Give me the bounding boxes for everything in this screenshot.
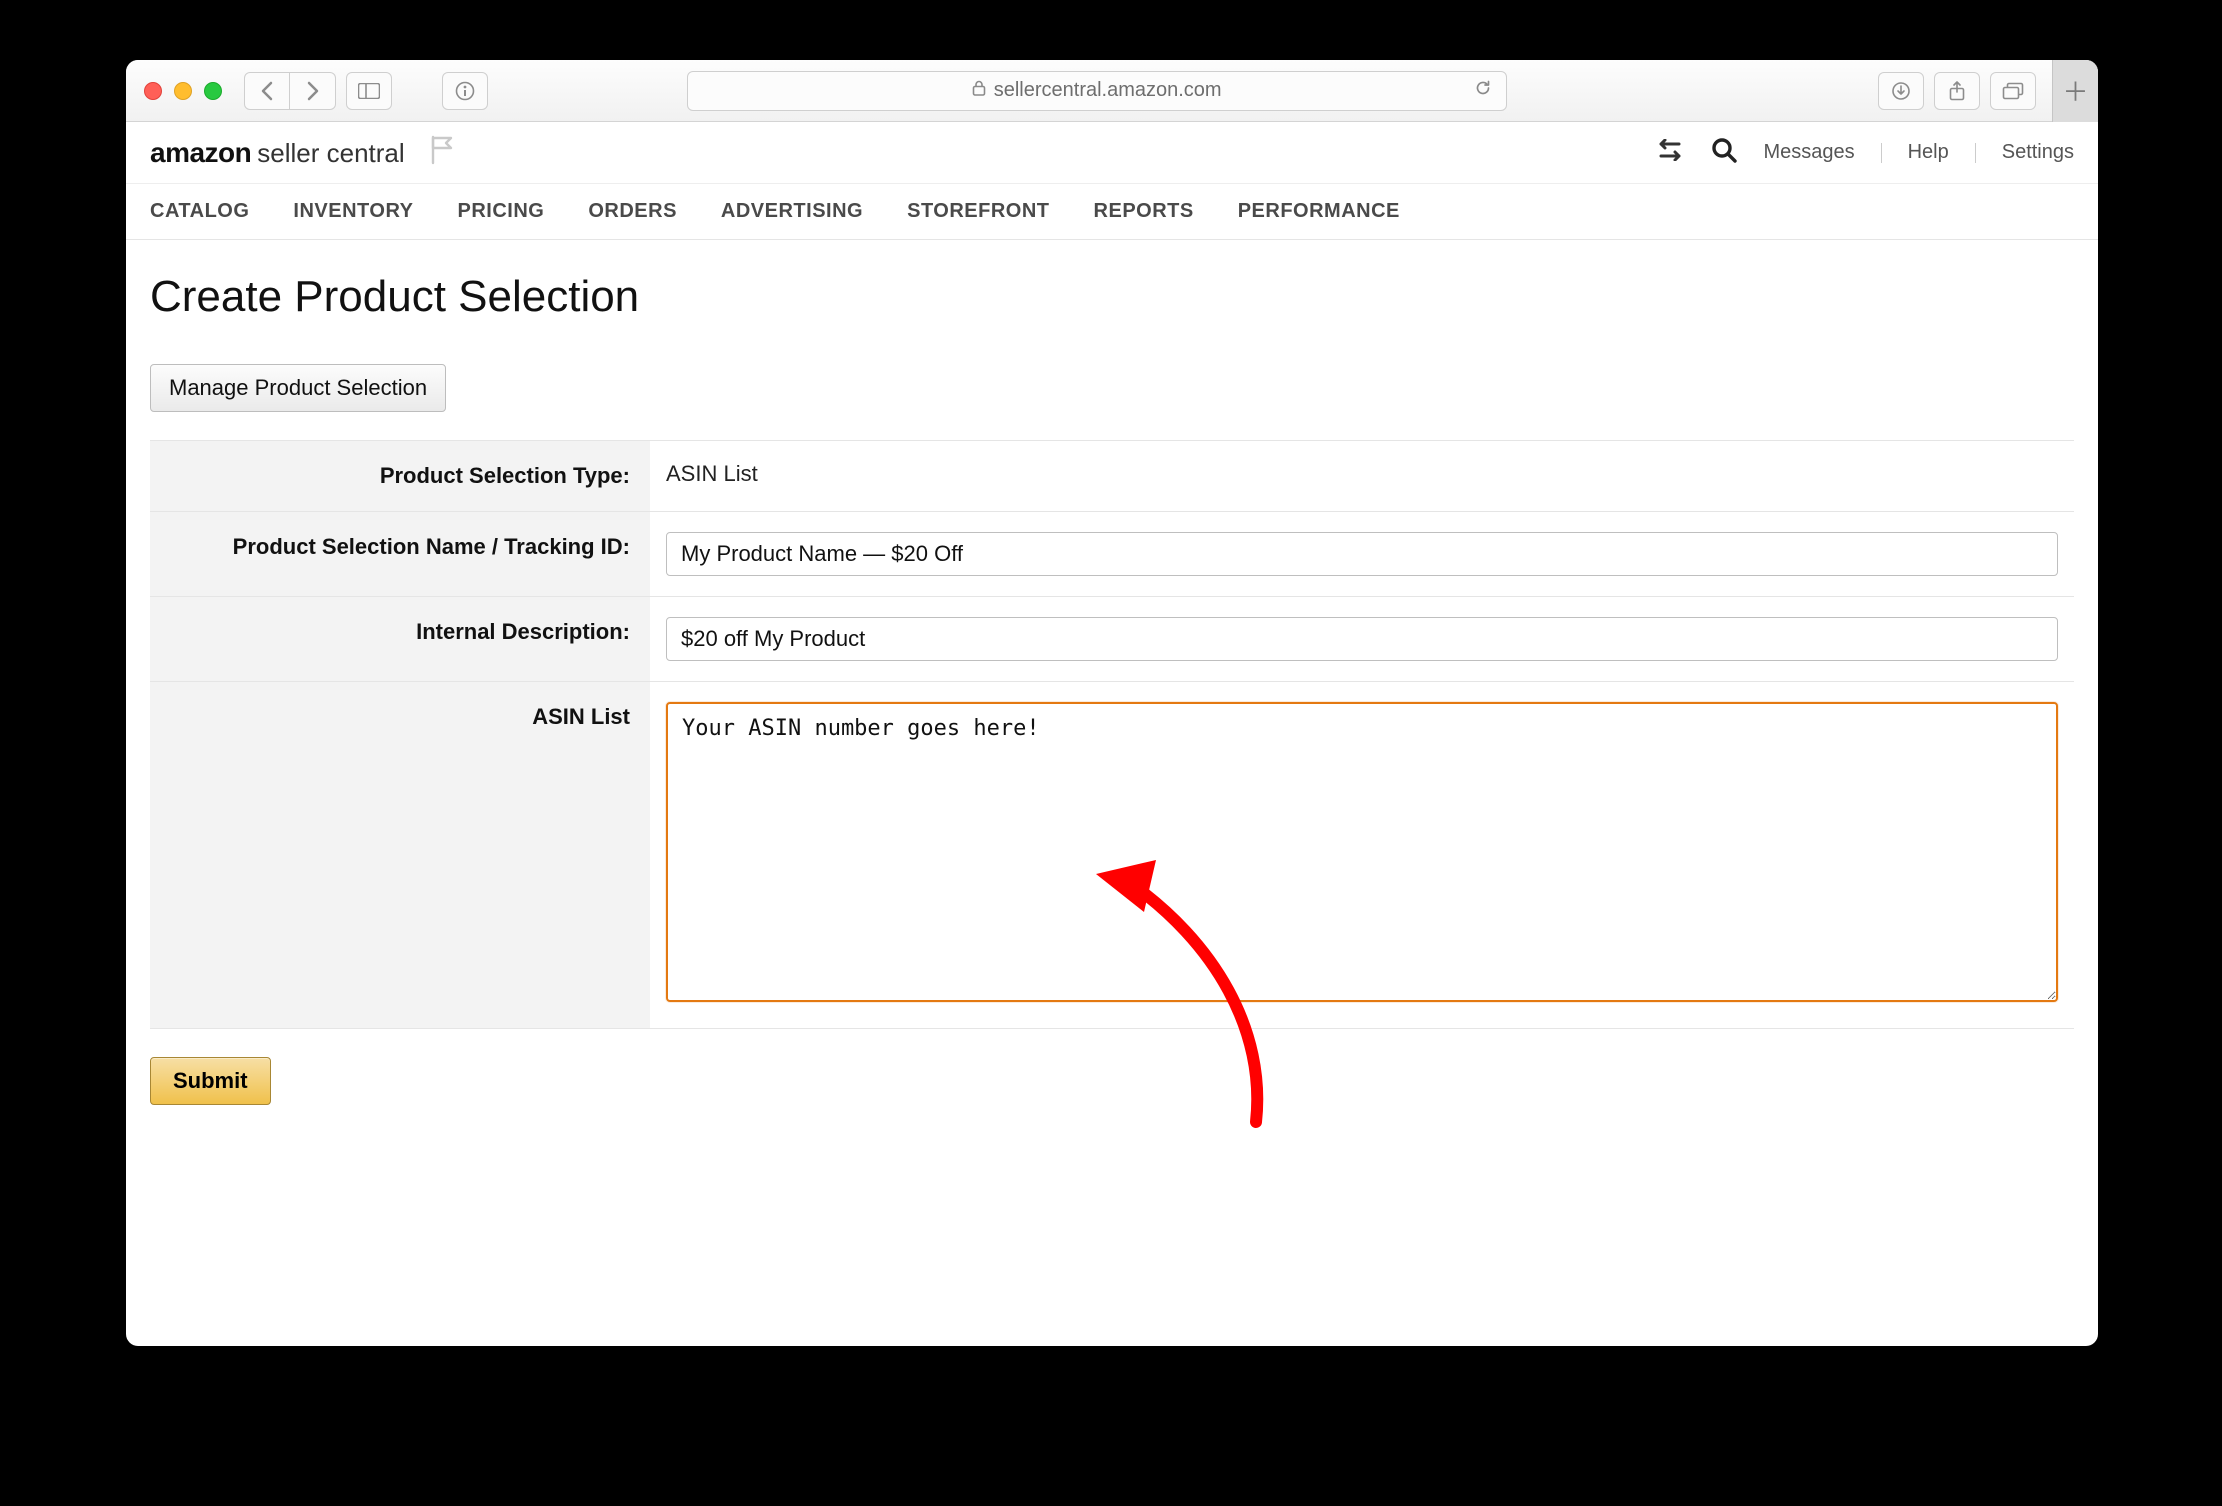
asin-list-textarea[interactable] xyxy=(666,702,2058,1002)
manage-product-selection-button[interactable]: Manage Product Selection xyxy=(150,364,446,412)
reload-icon[interactable] xyxy=(1474,79,1492,103)
share-button[interactable] xyxy=(1934,72,1980,110)
downloads-button[interactable] xyxy=(1878,72,1924,110)
amazon-seller-central-logo[interactable]: amazon seller central xyxy=(150,137,405,169)
chrome-right: ＋ xyxy=(1878,70,2088,112)
messages-link[interactable]: Messages xyxy=(1763,141,1854,164)
seller-central-header: amazon seller central Messages Help Sett… xyxy=(126,122,2098,184)
logo-sub: seller central xyxy=(257,138,404,169)
url-text: sellercentral.amazon.com xyxy=(994,79,1222,102)
lock-icon xyxy=(972,79,986,102)
window-minimize-button[interactable] xyxy=(174,82,192,100)
row-name: Product Selection Name / Tracking ID: xyxy=(150,511,2074,596)
page-title: Create Product Selection xyxy=(150,272,2074,322)
page-body: Create Product Selection Manage Product … xyxy=(126,240,2098,1145)
label-name: Product Selection Name / Tracking ID: xyxy=(150,511,650,596)
flag-icon[interactable] xyxy=(429,135,455,171)
description-input[interactable] xyxy=(666,617,2058,661)
nav-inventory[interactable]: INVENTORY xyxy=(293,200,413,223)
label-desc: Internal Description: xyxy=(150,596,650,681)
product-selection-form: Product Selection Type: ASIN List Produc… xyxy=(150,440,2074,1029)
logo-brand: amazon xyxy=(150,137,251,169)
new-tab-button[interactable]: ＋ xyxy=(2052,60,2098,122)
nav-storefront[interactable]: STOREFRONT xyxy=(907,200,1049,223)
nav-catalog[interactable]: CATALOG xyxy=(150,200,249,223)
url-bar[interactable]: sellercentral.amazon.com xyxy=(687,71,1507,111)
value-type: ASIN List xyxy=(650,441,2074,512)
main-nav: CATALOG INVENTORY PRICING ORDERS ADVERTI… xyxy=(126,184,2098,240)
nav-advertising[interactable]: ADVERTISING xyxy=(721,200,863,223)
row-desc: Internal Description: xyxy=(150,596,2074,681)
site-info-button[interactable] xyxy=(442,72,488,110)
help-link[interactable]: Help xyxy=(1908,141,1949,164)
submit-button[interactable]: Submit xyxy=(150,1057,271,1105)
nav-back-forward xyxy=(244,72,336,110)
nav-orders[interactable]: ORDERS xyxy=(588,200,677,223)
label-asin: ASIN List xyxy=(150,681,650,1028)
nav-performance[interactable]: PERFORMANCE xyxy=(1238,200,1400,223)
back-button[interactable] xyxy=(244,72,290,110)
window-close-button[interactable] xyxy=(144,82,162,100)
separator xyxy=(1975,143,1976,163)
separator xyxy=(1881,143,1882,163)
label-type: Product Selection Type: xyxy=(150,441,650,512)
settings-link[interactable]: Settings xyxy=(2002,141,2074,164)
name-input[interactable] xyxy=(666,532,2058,576)
sidebar-toggle-button[interactable] xyxy=(346,72,392,110)
header-right: Messages Help Settings xyxy=(1655,137,2074,169)
row-type: Product Selection Type: ASIN List xyxy=(150,441,2074,512)
browser-window: sellercentral.amazon.com ＋ amazon seller… xyxy=(126,60,2098,1346)
window-zoom-button[interactable] xyxy=(204,82,222,100)
tabs-button[interactable] xyxy=(1990,72,2036,110)
swap-icon[interactable] xyxy=(1655,139,1685,167)
forward-button[interactable] xyxy=(290,72,336,110)
traffic-lights xyxy=(136,82,234,100)
browser-chrome: sellercentral.amazon.com ＋ xyxy=(126,60,2098,122)
row-asin: ASIN List xyxy=(150,681,2074,1028)
nav-pricing[interactable]: PRICING xyxy=(458,200,545,223)
search-icon[interactable] xyxy=(1711,137,1737,169)
nav-reports[interactable]: REPORTS xyxy=(1094,200,1194,223)
